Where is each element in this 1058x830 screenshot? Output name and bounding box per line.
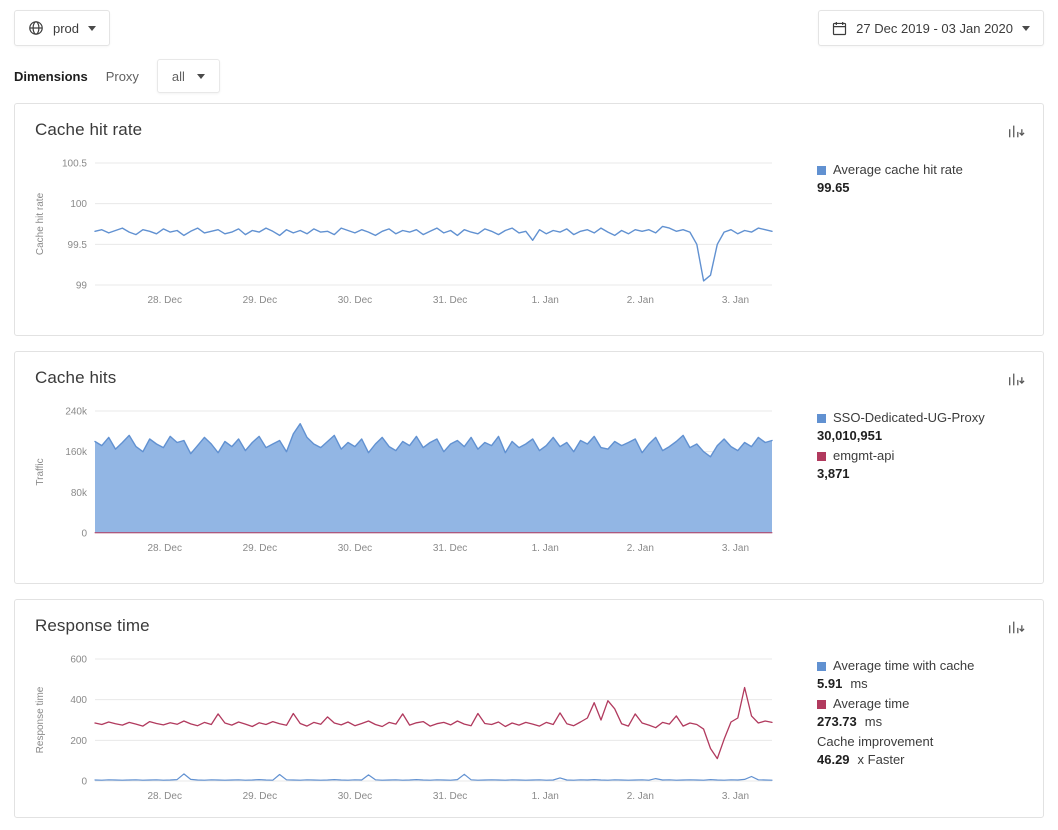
svg-text:400: 400 xyxy=(70,695,87,706)
svg-text:30. Dec: 30. Dec xyxy=(338,295,372,306)
date-range-picker[interactable]: 27 Dec 2019 - 03 Jan 2020 xyxy=(818,10,1044,46)
legend-value-unit: ms xyxy=(865,714,882,729)
legend-label: Average time with cache xyxy=(833,658,974,674)
environment-label: prod xyxy=(53,21,79,36)
globe-icon xyxy=(28,20,44,36)
svg-text:99.5: 99.5 xyxy=(68,240,88,251)
svg-text:0: 0 xyxy=(81,777,87,788)
svg-text:Traffic: Traffic xyxy=(35,458,46,485)
legend-swatch xyxy=(817,700,826,709)
svg-text:80k: 80k xyxy=(71,488,88,499)
chart-card-response-time: Response time 0 200 400 600 Response time 28.… xyxy=(14,599,1044,818)
legend-value: 3,871 xyxy=(817,466,1027,482)
svg-text:30. Dec: 30. Dec xyxy=(338,543,372,554)
legend-value: 46.29x Faster xyxy=(817,752,1027,768)
svg-text:240k: 240k xyxy=(65,407,88,418)
response-time-chart: 0 200 400 600 Response time 28. Dec 29. Dec 30.… xyxy=(31,649,777,809)
legend-swatch xyxy=(817,452,826,461)
legend-swatch xyxy=(817,662,826,671)
dimension-value-label: all xyxy=(172,69,185,84)
cache-hit-rate-chart: 99 99.5 100 100.5 Cache hit rate 28. Dec 29. D… xyxy=(31,153,777,313)
cache-hits-legend: SSO-Dedicated-UG-Proxy 30,010,951 emgmt-ap… xyxy=(817,401,1027,561)
svg-text:2. Jan: 2. Jan xyxy=(627,791,654,802)
svg-text:100.5: 100.5 xyxy=(62,159,87,170)
svg-text:29. Dec: 29. Dec xyxy=(243,295,277,306)
legend-item: Average time xyxy=(817,696,1027,712)
chart-card-cache-hits: Cache hits 0 80k 160k 240k Traffic 28. Dec 29.… xyxy=(14,351,1044,584)
calendar-icon xyxy=(832,21,847,36)
legend-value: 273.73ms xyxy=(817,714,1027,730)
chart-title: Cache hits xyxy=(35,368,116,388)
svg-text:31. Dec: 31. Dec xyxy=(433,791,467,802)
topbar: prod 27 Dec 2019 - 03 Jan 2020 xyxy=(0,0,1058,46)
legend-item: SSO-Dedicated-UG-Proxy xyxy=(817,410,1027,426)
svg-text:31. Dec: 31. Dec xyxy=(433,295,467,306)
download-report-icon[interactable] xyxy=(1005,120,1027,147)
svg-text:1. Jan: 1. Jan xyxy=(532,543,559,554)
chevron-down-icon xyxy=(197,74,205,79)
date-range-label: 27 Dec 2019 - 03 Jan 2020 xyxy=(856,21,1013,36)
legend-label: SSO-Dedicated-UG-Proxy xyxy=(833,410,985,426)
svg-text:600: 600 xyxy=(70,655,87,666)
download-report-icon[interactable] xyxy=(1005,616,1027,643)
legend-label: Average time xyxy=(833,696,909,712)
filter-bar: Dimensions Proxy all xyxy=(0,46,1058,103)
response-time-legend: Average time with cache 5.91ms Average tim… xyxy=(817,649,1027,809)
svg-text:28. Dec: 28. Dec xyxy=(147,543,181,554)
dimensions-label: Dimensions xyxy=(14,69,88,84)
legend-value-unit: x Faster xyxy=(858,752,905,767)
svg-text:30. Dec: 30. Dec xyxy=(338,791,372,802)
cache-hit-rate-legend: Average cache hit rate 99.65 xyxy=(817,153,1027,313)
svg-text:28. Dec: 28. Dec xyxy=(147,791,181,802)
svg-text:2. Jan: 2. Jan xyxy=(627,543,654,554)
legend-item: Cache improvement xyxy=(817,734,1027,750)
chart-title: Cache hit rate xyxy=(35,120,142,140)
svg-text:29. Dec: 29. Dec xyxy=(243,543,277,554)
chart-card-cache-hit-rate: Cache hit rate 99 99.5 100 100.5 Cache hit r… xyxy=(14,103,1044,336)
svg-text:Cache hit rate: Cache hit rate xyxy=(35,192,46,255)
svg-text:2. Jan: 2. Jan xyxy=(627,295,654,306)
dimension-name-proxy: Proxy xyxy=(106,69,139,84)
dimension-value-dropdown[interactable]: all xyxy=(157,59,220,93)
legend-value: 30,010,951 xyxy=(817,428,1027,444)
svg-text:29. Dec: 29. Dec xyxy=(243,791,277,802)
svg-text:200: 200 xyxy=(70,736,87,747)
svg-text:100: 100 xyxy=(70,199,87,210)
svg-text:Response time: Response time xyxy=(35,686,46,753)
legend-swatch xyxy=(817,166,826,175)
legend-item: emgmt-api xyxy=(817,448,1027,464)
legend-label: Average cache hit rate xyxy=(833,162,963,178)
legend-item: Average cache hit rate xyxy=(817,162,1027,178)
legend-value: 99.65 xyxy=(817,180,1027,196)
cache-hits-chart: 0 80k 160k 240k Traffic 28. Dec 29. Dec 30. Dec… xyxy=(31,401,777,561)
legend-value: 5.91ms xyxy=(817,676,1027,692)
legend-label: emgmt-api xyxy=(833,448,894,464)
svg-text:3. Jan: 3. Jan xyxy=(722,543,749,554)
legend-label: Cache improvement xyxy=(817,734,933,750)
svg-text:28. Dec: 28. Dec xyxy=(147,295,181,306)
chevron-down-icon xyxy=(88,26,96,31)
download-report-icon[interactable] xyxy=(1005,368,1027,395)
legend-item: Average time with cache xyxy=(817,658,1027,674)
svg-text:0: 0 xyxy=(81,529,87,540)
legend-value-unit: ms xyxy=(850,676,867,691)
svg-text:160k: 160k xyxy=(65,447,88,458)
svg-text:1. Jan: 1. Jan xyxy=(532,791,559,802)
legend-swatch xyxy=(817,414,826,423)
chart-title: Response time xyxy=(35,616,150,636)
chevron-down-icon xyxy=(1022,26,1030,31)
svg-text:31. Dec: 31. Dec xyxy=(433,543,467,554)
svg-text:3. Jan: 3. Jan xyxy=(722,295,749,306)
svg-text:99: 99 xyxy=(76,281,88,292)
svg-text:3. Jan: 3. Jan xyxy=(722,791,749,802)
svg-text:1. Jan: 1. Jan xyxy=(532,295,559,306)
environment-selector[interactable]: prod xyxy=(14,10,110,46)
